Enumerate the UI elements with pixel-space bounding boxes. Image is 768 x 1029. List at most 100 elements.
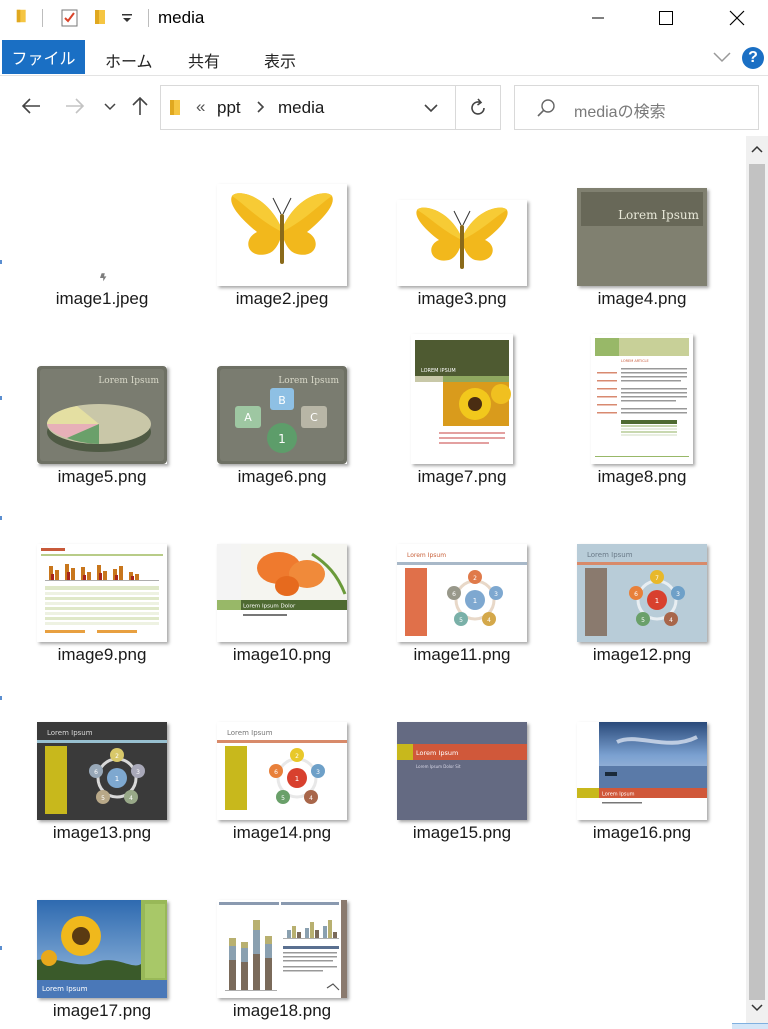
file-item-image6[interactable]: Lorem Ipsum B A C 1 image6.png [197, 314, 367, 486]
thumbnail: Lorem Ipsum [557, 670, 727, 820]
thumb-text: Lorem Ipsum [47, 729, 93, 737]
thumb-text: Lorem Ipsum [602, 792, 635, 798]
edge-marker [0, 946, 2, 950]
thumb-text: 3 [494, 591, 498, 598]
file-name: image17.png [52, 1001, 152, 1020]
thumb-text: 4 [129, 795, 133, 802]
file-item-image5[interactable]: Lorem Ipsum image5.png [17, 314, 187, 486]
file-name: image18.png [232, 1001, 332, 1020]
back-arrow-icon[interactable] [20, 95, 42, 122]
tab-file[interactable]: ファイル [2, 40, 85, 74]
file-item-image1[interactable]: image1.jpeg [17, 136, 187, 308]
thumb-text: 5 [101, 795, 105, 802]
file-item-image18[interactable]: image18.png [197, 848, 367, 1020]
address-overflow[interactable]: « [196, 97, 205, 117]
thumb-text: B [278, 394, 286, 407]
thumbnail: Lorem Ipsum [17, 314, 187, 464]
thumbnail: Lorem Ipsum [557, 136, 727, 286]
window-title: media [158, 8, 205, 27]
search-input[interactable]: mediaの検索 [574, 98, 666, 122]
thumbnail: Lorem Ipsum Dolor [197, 492, 367, 642]
file-name: image2.jpeg [235, 289, 329, 308]
thumb-text: Lorem Ipsum Dolor Sit [416, 764, 461, 769]
file-item-image10[interactable]: Lorem Ipsum Dolor image10.png [197, 492, 367, 664]
thumb-text: 1 [115, 775, 119, 783]
expand-ribbon-chevron-icon[interactable] [712, 50, 732, 69]
refresh-icon [471, 97, 485, 115]
thumbnail: LOREM ARTICLE [557, 314, 727, 464]
scrollbar-thumb[interactable] [749, 164, 765, 1000]
customize-dropdown-icon[interactable] [120, 10, 134, 31]
search-box[interactable]: mediaの検索 [514, 85, 759, 130]
thumb-text: 6 [274, 769, 278, 776]
close-button[interactable] [714, 0, 760, 36]
file-item-image14[interactable]: Lorem Ipsum 1 2 3 4 5 6 image14.png [197, 670, 367, 842]
file-item-image2[interactable]: image2.jpeg [197, 136, 367, 308]
thumb-text: 2 [115, 753, 119, 760]
new-folder-icon[interactable] [92, 8, 112, 31]
thumb-text: 7 [655, 575, 659, 582]
edge-marker [0, 260, 2, 264]
thumb-text: 1 [655, 597, 659, 605]
address-bar[interactable]: « ppt media [160, 85, 456, 130]
thumb-text: A [244, 411, 252, 424]
thumbnail [17, 136, 187, 286]
view-toggle-corner[interactable] [732, 1023, 768, 1029]
file-item-image13[interactable]: Lorem Ipsum 1 2 3 4 5 6 image13.png [17, 670, 187, 842]
maximize-button[interactable] [643, 0, 689, 36]
up-arrow-icon[interactable] [129, 95, 151, 122]
address-chevron-icon[interactable] [255, 99, 265, 119]
thumbnail: Lorem Ipsum 1 2 3 4 5 6 [377, 492, 547, 642]
file-name: image8.png [597, 467, 687, 486]
thumb-text: 4 [309, 795, 313, 802]
edge-marker [0, 396, 2, 400]
thumbnail: Lorem Ipsum [17, 848, 187, 998]
thumbnail: Lorem Ipsum 1 2 3 4 5 6 [17, 670, 187, 820]
close-icon [729, 10, 745, 26]
thumb-text: 2 [473, 575, 477, 582]
file-item-image16[interactable]: Lorem Ipsum image16.png [557, 670, 727, 842]
thumb-text: 5 [459, 617, 463, 624]
thumb-text: LOREM IPSUM [421, 368, 456, 374]
scroll-up-button[interactable] [746, 136, 768, 162]
scroll-down-button[interactable] [746, 997, 768, 1019]
minimize-button[interactable] [575, 0, 621, 36]
file-item-image12[interactable]: Lorem Ipsum 1 7 3 4 5 6 image12.png [557, 492, 727, 664]
forward-arrow-icon[interactable] [64, 95, 86, 122]
recent-locations-chevron-icon[interactable] [103, 100, 117, 118]
address-dropdown-chevron-icon[interactable] [423, 101, 439, 119]
address-segment-ppt[interactable]: ppt [217, 98, 241, 118]
thumbnail [377, 136, 547, 286]
tab-view[interactable]: 表示 [264, 48, 296, 72]
file-item-image8[interactable]: LOREM ARTICLE image8.png [557, 314, 727, 486]
tab-share[interactable]: 共有 [188, 48, 220, 72]
thumb-text: 1 [295, 775, 299, 783]
file-item-image15[interactable]: Lorem Ipsum Lorem Ipsum Dolor Sit image1… [377, 670, 547, 842]
file-item-image17[interactable]: Lorem Ipsum image17.png [17, 848, 187, 1020]
file-item-image3[interactable]: image3.png [377, 136, 547, 308]
file-name: image6.png [237, 467, 327, 486]
thumb-text: 1 [473, 597, 477, 605]
properties-icon[interactable] [60, 8, 80, 33]
file-item-image4[interactable]: Lorem Ipsum image4.png [557, 136, 727, 308]
thumb-text: 6 [452, 591, 456, 598]
title-separator [148, 9, 149, 27]
thumb-text: Lorem Ipsum [42, 985, 88, 993]
file-item-image9[interactable]: image9.png [17, 492, 187, 664]
file-name: image9.png [57, 645, 147, 664]
help-button[interactable]: ? [742, 47, 764, 69]
file-item-image7[interactable]: LOREM IPSUM image7.png [377, 314, 547, 486]
address-segment-media[interactable]: media [278, 98, 324, 118]
minimize-icon [592, 17, 604, 19]
thumb-text: 4 [669, 617, 673, 624]
thumbnail [17, 492, 187, 642]
thumbnail: Lorem Ipsum Lorem Ipsum Dolor Sit [377, 670, 547, 820]
thumb-text: 5 [281, 795, 285, 802]
folder-icon [168, 99, 184, 122]
vertical-scrollbar[interactable] [746, 136, 768, 1029]
file-item-image11[interactable]: Lorem Ipsum 1 2 3 4 5 6 image11.png [377, 492, 547, 664]
thumb-text: C [310, 411, 318, 424]
tab-home[interactable]: ホーム [105, 48, 153, 72]
file-name: image11.png [413, 645, 511, 664]
refresh-button[interactable] [456, 85, 501, 130]
